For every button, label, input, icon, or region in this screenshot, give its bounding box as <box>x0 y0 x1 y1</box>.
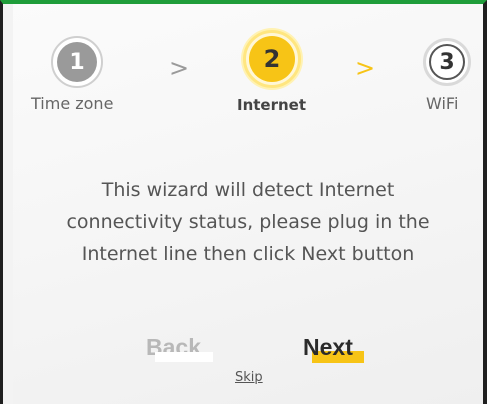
wizard-message: This wizard will detect Internet connect… <box>66 179 430 265</box>
step-separator-2: > <box>355 54 376 82</box>
step-1-indicator: 1 <box>51 36 103 88</box>
step-1-number: 1 <box>57 42 97 82</box>
step-1-label: Time zone <box>31 94 114 113</box>
step-2-number: 2 <box>249 36 295 82</box>
left-gutter <box>3 4 13 404</box>
step-3-label: WiFi <box>426 94 459 113</box>
step-3-indicator: 3 <box>423 38 471 86</box>
next-button[interactable]: Next <box>303 334 353 361</box>
step-2-label: Internet <box>237 96 307 114</box>
step-3-number: 3 <box>429 44 465 80</box>
step-separator-1: > <box>169 54 190 82</box>
setup-wizard: 1 Time zone > 2 Internet > 3 WiFi This w… <box>0 0 487 404</box>
skip-link[interactable]: Skip <box>235 370 263 385</box>
step-2-indicator: 2 <box>243 30 301 88</box>
back-button-underline <box>155 352 213 362</box>
